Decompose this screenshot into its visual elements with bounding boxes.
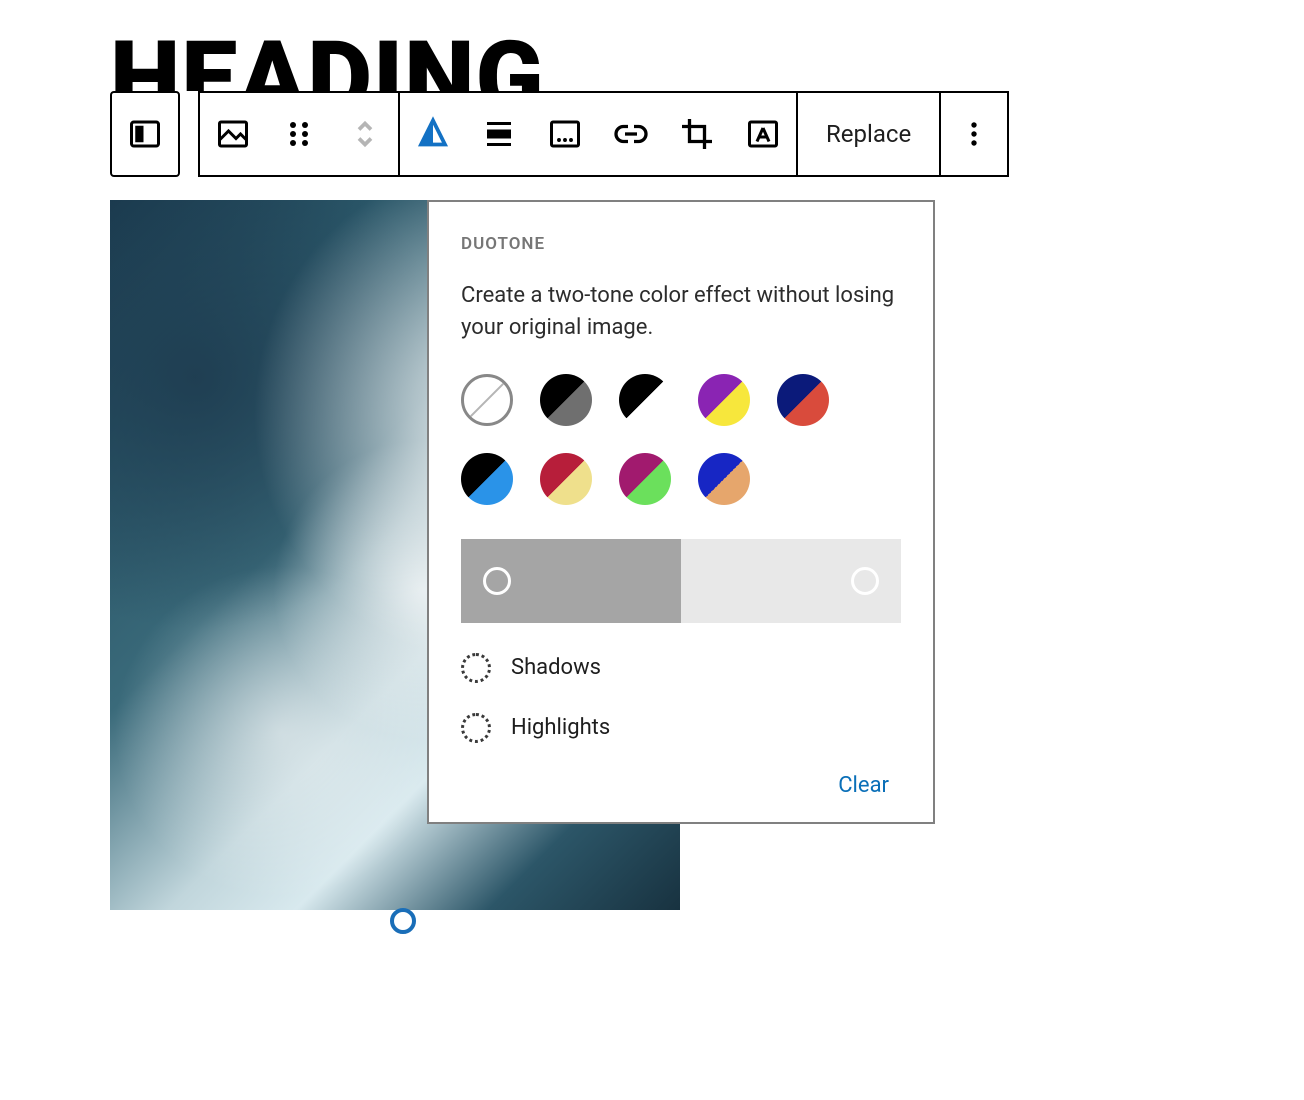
clear-button[interactable]: Clear [838,773,889,798]
toolbar-group-format [398,91,798,177]
swatch-preset[interactable] [540,374,592,426]
toolbar-group-replace: Replace [796,91,941,177]
duotone-icon [415,116,451,152]
popover-description: Create a two-tone color effect without l… [461,280,901,344]
resize-handle[interactable] [390,908,416,934]
highlights-option[interactable]: Highlights [461,713,901,743]
shadows-label: Shadows [511,655,601,680]
block-type-button[interactable] [200,93,266,175]
chevron-up-down-icon [347,116,383,152]
drag-handle[interactable] [266,93,332,175]
more-vertical-icon [956,116,992,152]
ring-icon [483,567,511,595]
caption-button[interactable] [532,93,598,175]
caption-icon [547,116,583,152]
select-parent-button[interactable] [112,93,178,175]
align-button[interactable] [466,93,532,175]
crop-icon [679,116,715,152]
drag-icon [281,116,317,152]
swatch-preset[interactable] [698,374,750,426]
link-button[interactable] [598,93,664,175]
duotone-button[interactable] [400,93,466,175]
swatch-grid [461,374,901,505]
popover-title: DUOTONE [461,234,901,254]
move-updown-button[interactable] [332,93,398,175]
dotted-circle-icon [461,653,491,683]
columns-icon [127,116,163,152]
swatch-preset[interactable] [540,453,592,505]
link-icon [613,116,649,152]
swatch-preset[interactable] [619,453,671,505]
toolbar-group-block [198,91,400,177]
swatch-preset[interactable] [777,374,829,426]
toolbar-group-parent [110,91,180,177]
align-icon [481,116,517,152]
highlights-label: Highlights [511,715,610,740]
swatch-none[interactable] [461,374,513,426]
more-options-button[interactable] [941,93,1007,175]
text-overlay-button[interactable] [730,93,796,175]
ring-icon [851,567,879,595]
duotone-popover: DUOTONE Create a two-tone color effect w… [427,200,935,824]
swatch-preset[interactable] [461,453,513,505]
replace-button[interactable]: Replace [798,120,939,148]
swatch-preset[interactable] [698,453,750,505]
dotted-circle-icon [461,713,491,743]
toolbar-group-more [939,91,1009,177]
text-overlay-icon [745,116,781,152]
swatch-preset[interactable] [619,374,671,426]
tone-preview [461,539,901,623]
block-toolbar: Replace [110,91,1009,177]
image-icon [215,116,251,152]
tone-highlight-button[interactable] [681,539,901,623]
crop-button[interactable] [664,93,730,175]
tone-shadow-button[interactable] [461,539,681,623]
shadows-option[interactable]: Shadows [461,653,901,683]
